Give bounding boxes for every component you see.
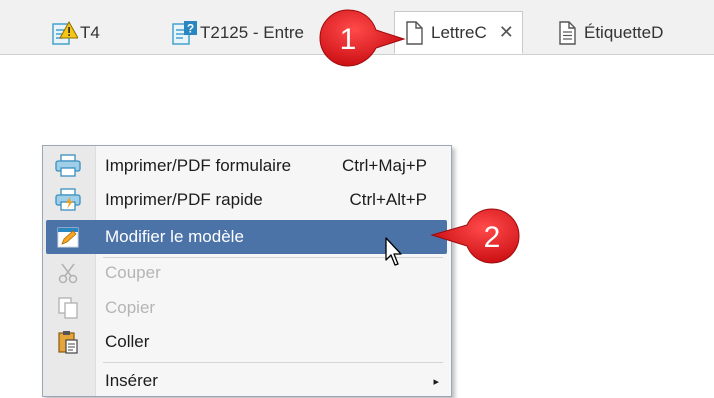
menu-item-copier[interactable]: Copier (46, 291, 447, 325)
menu-item-label: Imprimer/PDF formulaire (105, 156, 292, 175)
menu-item-shortcut: Ctrl+Alt+P (349, 190, 427, 209)
submenu-arrow-icon: ▸ (433, 375, 439, 388)
tab-t2125[interactable]: ? T2125 - Entre (172, 12, 304, 54)
menu-item-coller[interactable]: Coller (46, 325, 447, 359)
tab-label: T2125 - Entre (200, 23, 304, 42)
printer-icon (46, 149, 90, 183)
printer-fast-icon (46, 183, 90, 217)
callout-2: 2 (430, 208, 520, 264)
tab-label: LettreC (431, 22, 487, 42)
menu-item-imprimer-rapide[interactable]: Imprimer/PDF rapide Ctrl+Alt+P (46, 183, 447, 217)
doc-question-icon: ? (172, 20, 197, 46)
document-lines-icon (556, 20, 580, 46)
edit-template-icon (46, 220, 90, 254)
menu-separator (103, 362, 443, 363)
menu-item-label: Coller (105, 332, 150, 351)
mouse-cursor-icon (385, 237, 402, 266)
callout-2-number: 2 (484, 221, 501, 254)
doc-warning-icon (52, 20, 78, 46)
paste-icon (46, 325, 90, 359)
menu-item-label: Imprimer/PDF rapide (105, 190, 263, 209)
menu-item-label: Modifier le modèle (105, 227, 244, 246)
menu-item-inserer[interactable]: Insérer ▸ (46, 364, 447, 398)
close-icon[interactable]: ✕ (499, 22, 514, 43)
tab-t4[interactable]: T4 (52, 12, 100, 54)
copy-icon (46, 291, 90, 325)
document-icon (403, 20, 427, 46)
callout-1-number: 1 (340, 23, 357, 56)
menu-item-imprimer-formulaire[interactable]: Imprimer/PDF formulaire Ctrl+Maj+P (46, 149, 447, 183)
tab-etiquetted[interactable]: ÉtiquetteD (556, 12, 663, 54)
tab-label: ÉtiquetteD (584, 23, 664, 42)
callout-1: 1 (319, 9, 406, 67)
context-menu: Imprimer/PDF formulaire Ctrl+Maj+P Impri… (42, 145, 452, 397)
tab-lettrec[interactable]: LettreC ✕ (394, 11, 523, 54)
tab-label: T4 (80, 23, 100, 42)
svg-text:?: ? (187, 22, 194, 36)
menu-item-label: Copier (105, 298, 156, 317)
scissors-icon (46, 256, 90, 290)
menu-item-label: Insérer (105, 371, 158, 390)
menu-item-shortcut: Ctrl+Maj+P (341, 156, 427, 175)
